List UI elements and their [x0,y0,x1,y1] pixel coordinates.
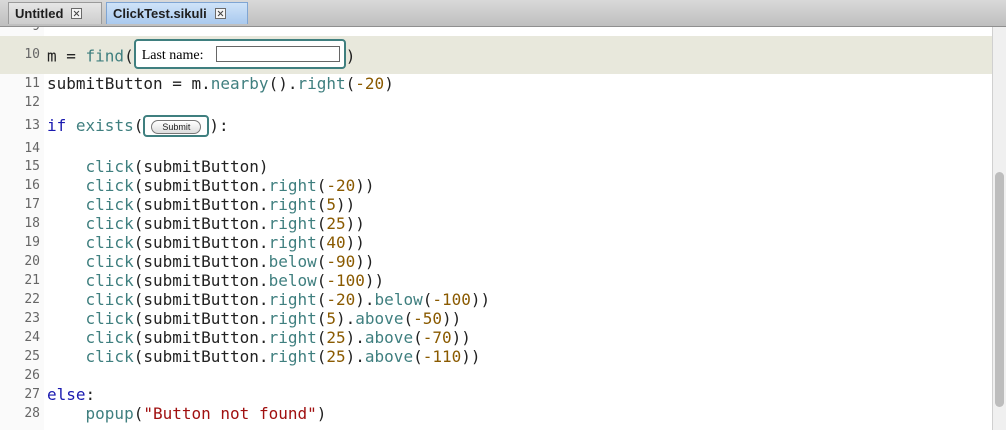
code-line: 17 click(submitButton.right(5)) [0,195,992,214]
code-text: submitButton = m.nearby().right(-20) [47,74,394,93]
code-text: click(submitButton) [85,157,269,176]
line-number: 21 [24,273,40,288]
close-icon[interactable] [71,8,83,19]
lastname-pattern-image[interactable]: Last name: [133,39,346,69]
line-number: 20 [24,254,40,269]
code-line: 18 click(submitButton.right(25)) [0,214,992,233]
line-number: 18 [24,216,40,231]
code-text: click(submitButton.right(25)) [85,214,365,233]
line-number: 27 [24,387,40,402]
code-text: popup("Button not found") [85,404,327,423]
line-number: 13 [24,118,40,133]
line-number: 19 [24,235,40,250]
line-number: 26 [24,368,40,383]
line-number: 15 [24,159,40,174]
code-line: 20 click(submitButton.below(-90)) [0,252,992,271]
code-text: else: [47,385,96,404]
tab-clicktest[interactable]: ClickTest.sikuli [106,2,248,24]
tab-untitled[interactable]: Untitled [8,2,102,24]
code-text: click(submitButton.right(5).above(-50)) [85,309,462,328]
line-number: 10 [24,47,40,62]
code-line-current: 10 m = find(Last name:) [0,36,992,74]
scrollbar-thumb[interactable] [995,172,1004,407]
tab-label: Untitled [15,6,64,21]
line-number: 24 [24,330,40,345]
submit-pattern-image[interactable]: Submit [143,114,210,137]
code-editor[interactable]: 9 10 m = find(Last name:) 11 submitButto… [0,27,992,430]
line-number: 9 [0,27,40,36]
code-text: click(submitButton.below(-100)) [85,271,385,290]
line-number: 23 [24,311,40,326]
code-line: 25 click(submitButton.right(25).above(-1… [0,347,992,366]
code-line: 22 click(submitButton.right(-20).below(-… [0,290,992,309]
tab-label: ClickTest.sikuli [113,6,207,21]
line-number: 22 [24,292,40,307]
code-line: 19 click(submitButton.right(40)) [0,233,992,252]
code-line: 28 popup("Button not found") [0,404,992,423]
code-text: click(submitButton.right(25).above(-70)) [85,328,471,347]
code-line: 9 [0,27,992,36]
code-line: 23 click(submitButton.right(5).above(-50… [0,309,992,328]
code-line: 14 [0,139,992,158]
code-line: 15 click(submitButton) [0,157,992,176]
code-line: 27 else: [0,385,992,404]
code-line: 24 click(submitButton.right(25).above(-7… [0,328,992,347]
code-text: click(submitButton.right(25).above(-110)… [85,347,481,366]
line-number: 16 [24,178,40,193]
code-text: if exists(Submit): [47,114,229,137]
line-number: 25 [24,349,40,364]
line-number: 17 [24,197,40,212]
code-line: 12 [0,93,992,112]
code-text: m = find(Last name:) [47,39,355,69]
line-number: 11 [24,76,40,91]
code-text: click(submitButton.right(5)) [85,195,356,214]
code-text: click(submitButton.right(-20)) [85,176,375,195]
vertical-scrollbar[interactable] [992,27,1006,430]
tab-bar: Untitled ClickTest.sikuli [0,0,1006,27]
line-number: 12 [24,95,40,110]
line-number: 28 [24,406,40,421]
line-number: 14 [24,141,40,156]
text-field-thumbnail [215,46,340,62]
close-icon[interactable] [214,8,226,19]
code-text: click(submitButton.below(-90)) [85,252,375,271]
code-text: click(submitButton.right(40)) [85,233,365,252]
code-line: 21 click(submitButton.below(-100)) [0,271,992,290]
code-line: 16 click(submitButton.right(-20)) [0,176,992,195]
code-line: 13 if exists(Submit): [0,114,992,137]
code-text: click(submitButton.right(-20).below(-100… [85,290,491,309]
code-line: 26 [0,366,992,385]
code-line: 11 submitButton = m.nearby().right(-20) [0,74,992,93]
